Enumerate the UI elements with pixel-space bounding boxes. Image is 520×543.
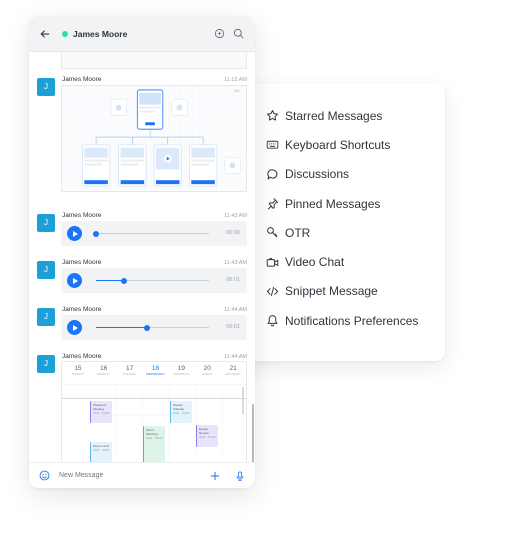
discussion-search-icon[interactable] (214, 28, 226, 40)
calendar-event[interactable]: Design Review 9AM - 10AM (196, 425, 218, 447)
calendar-day: 21 SATURDAY (225, 365, 242, 376)
menu-item-snippet-message[interactable]: Snippet Message (232, 277, 445, 306)
emoji-icon[interactable] (39, 470, 50, 481)
message-time: 11:44 AM (224, 354, 247, 360)
play-button[interactable] (67, 320, 82, 335)
avatar[interactable]: J (37, 78, 55, 96)
audio-player: 00:00 (61, 221, 247, 246)
message-author[interactable]: James Moore (62, 353, 101, 360)
avatar[interactable]: J (37, 214, 55, 232)
video-icon (265, 255, 279, 269)
audio-duration: 00:01 (226, 324, 240, 330)
calendar-day: 17 TUESDAY (122, 365, 137, 376)
bell-icon (265, 314, 279, 328)
message-time: 11:43 AM (224, 260, 247, 266)
online-status-indicator (62, 30, 68, 37)
message-input[interactable] (59, 472, 195, 479)
chat-window: James Moore J James Moore 11:12 AM 1/2 J… (29, 16, 255, 488)
calendar-event[interactable]: Weekend Meeting 9AM - 10AM (90, 401, 112, 423)
contact-name[interactable]: James Moore (73, 29, 207, 39)
seek-handle[interactable] (143, 324, 150, 331)
code-icon (265, 284, 279, 298)
seek-handle[interactable] (121, 277, 128, 284)
calendar-day: 19 THURSDAY (173, 365, 190, 376)
pin-icon (265, 197, 279, 211)
menu-item-label: Starred Messages (285, 108, 383, 123)
message-composer (29, 462, 255, 488)
menu-item-label: Keyboard Shortcuts (285, 137, 391, 152)
message-calendar[interactable]: J James Moore 11:44 AM 15 SUNDAY 16 MONDAY… (29, 353, 255, 462)
calendar-attachment[interactable]: 15 SUNDAY 16 MONDAY 17 TUESDAY 18 WEDNESDAY … (61, 361, 247, 462)
chat-header: James Moore (29, 16, 255, 52)
message-list[interactable]: J James Moore 11:12 AM 1/2 J James Moore… (29, 52, 255, 462)
menu-item-otr[interactable]: OTR (232, 218, 445, 247)
calendar-event[interactable]: Team Lunch 9AM - 10AM (90, 442, 112, 462)
audio-duration: 00:00 (226, 230, 240, 236)
menu-item-keyboard-shortcuts[interactable]: Keyboard Shortcuts (232, 130, 445, 159)
calendar-event[interactable]: Sprint Planning 9AM - 10AM (143, 426, 165, 462)
message-time: 11:44 AM (224, 307, 247, 313)
menu-item-label: Notifications Preferences (285, 313, 419, 328)
search-icon[interactable] (233, 28, 245, 40)
audio-seek-bar[interactable] (96, 324, 209, 331)
menu-item-pinned-messages[interactable]: Pinned Messages (232, 189, 445, 218)
avatar[interactable]: J (37, 308, 55, 326)
calendar-week-header: 15 SUNDAY 16 MONDAY 17 TUESDAY 18 WEDNESDAY … (62, 362, 246, 382)
message-time: 11:12 AM (224, 77, 247, 83)
keyboard-icon (265, 138, 279, 152)
avatar[interactable]: J (37, 355, 55, 373)
plus-icon[interactable] (209, 470, 220, 481)
audio-player: 00:01 (61, 268, 247, 293)
message-author[interactable]: James Moore (62, 212, 101, 219)
star-icon (265, 109, 279, 123)
calendar-grid: Weekend Meeting 9AM - 10AM Weekly Standup… (62, 384, 246, 462)
key-icon (265, 226, 279, 240)
menu-item-label: Video Chat (285, 255, 345, 270)
seek-handle[interactable] (93, 230, 99, 237)
microphone-icon[interactable] (234, 470, 245, 481)
menu-item-starred-messages[interactable]: Starred Messages (232, 101, 445, 130)
scrollbar[interactable] (252, 404, 254, 462)
calendar-day: 16 MONDAY (97, 365, 111, 376)
menu-item-notifications-preferences[interactable]: Notifications Preferences (232, 306, 445, 335)
message-time: 11:43 AM (224, 213, 247, 219)
avatar[interactable]: J (37, 261, 55, 279)
message-author[interactable]: James Moore (62, 76, 101, 83)
discussion-icon (265, 167, 279, 181)
previous-attachment-fragment (61, 52, 247, 69)
menu-item-label: OTR (285, 225, 311, 240)
calendar-day-active: 18 WEDNESDAY (145, 365, 166, 376)
calendar-day: 15 SUNDAY (71, 365, 85, 376)
message-image[interactable]: J James Moore 11:12 AM 1/2 (29, 76, 255, 196)
audio-seek-bar[interactable] (93, 230, 209, 237)
room-actions-menu: Starred Messages Keyboard Shortcuts Disc… (232, 84, 445, 361)
image-counter-badge: 1/2 (234, 88, 239, 93)
message-audio[interactable]: J James Moore 11:43 AM 00:01 (29, 259, 255, 295)
audio-seek-bar[interactable] (96, 277, 209, 284)
calendar-event[interactable]: Weekly Standup 9AM - 10AM (170, 401, 192, 423)
menu-item-label: Pinned Messages (285, 196, 381, 211)
menu-item-label: Snippet Message (285, 284, 378, 299)
menu-item-discussions[interactable]: Discussions (232, 160, 445, 189)
message-audio[interactable]: J James Moore 11:44 AM 00:01 (29, 306, 255, 342)
message-author[interactable]: James Moore (62, 306, 101, 313)
play-button[interactable] (67, 273, 82, 288)
calendar-day: 20 FRIDAY (201, 365, 213, 376)
menu-item-label: Discussions (285, 167, 350, 182)
message-author[interactable]: James Moore (62, 259, 101, 266)
message-audio[interactable]: J James Moore 11:43 AM 00:00 (29, 212, 255, 248)
audio-duration: 00:01 (226, 277, 240, 283)
play-button[interactable] (67, 226, 82, 241)
menu-item-video-chat[interactable]: Video Chat (232, 247, 445, 276)
wireframe-illustration: 1/2 (62, 86, 246, 191)
image-attachment[interactable]: 1/2 (61, 85, 247, 192)
audio-player: 00:01 (61, 315, 247, 340)
back-arrow-icon[interactable] (39, 27, 53, 41)
